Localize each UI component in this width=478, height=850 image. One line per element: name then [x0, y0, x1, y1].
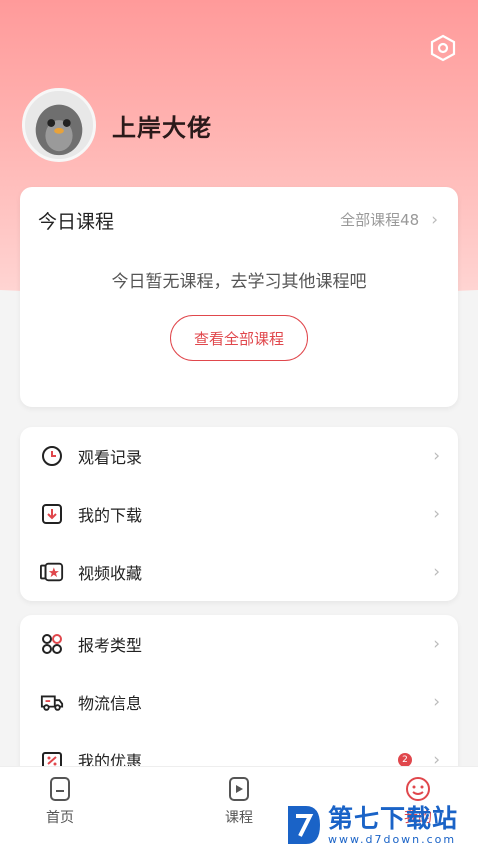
chevron-right-icon: ›: [433, 634, 440, 654]
menu-group-2: 报考类型 › 物流信息 › 我的优惠 2 ›: [20, 615, 458, 785]
tab-courses[interactable]: 课程: [199, 775, 279, 827]
chevron-right-icon: ›: [433, 504, 440, 524]
empty-courses-message: 今日暂无课程，去学习其他课程吧: [111, 272, 367, 292]
menu-item-exam-type[interactable]: 报考类型 ›: [20, 615, 458, 673]
course-icon: [225, 775, 253, 803]
watermark-title: 第七下载站: [328, 803, 459, 833]
grid-icon: [40, 632, 64, 656]
video-favorite-icon: [40, 560, 64, 584]
download-icon: [40, 502, 64, 526]
truck-icon: [40, 690, 64, 714]
home-icon: [46, 775, 74, 803]
menu-item-label: 观看记录: [78, 448, 143, 467]
all-courses-label: 全部课程48: [340, 211, 420, 229]
tab-label: 首页: [46, 810, 74, 826]
d7-logo-icon: [288, 806, 320, 844]
chevron-right-icon: ›: [431, 209, 438, 230]
username: 上岸大佬: [112, 114, 212, 142]
chevron-right-icon: ›: [433, 562, 440, 582]
menu-item-label: 视频收藏: [78, 564, 143, 583]
tab-home[interactable]: 首页: [20, 775, 100, 827]
menu-item-label: 我的下载: [78, 506, 143, 525]
chevron-right-icon: ›: [433, 692, 440, 712]
menu-group-1: 观看记录 › 我的下载 › 视频收藏 ›: [20, 427, 458, 601]
penguin-avatar-icon: [25, 91, 93, 159]
clock-icon: [40, 444, 64, 468]
menu-item-logistics[interactable]: 物流信息 ›: [20, 673, 458, 731]
today-courses-title: 今日课程: [38, 211, 115, 233]
today-courses-card: 今日课程 全部课程48 › 今日暂无课程，去学习其他课程吧 查看全部课程: [20, 187, 458, 407]
menu-item-watch-history[interactable]: 观看记录 ›: [20, 427, 458, 485]
watermark-url: www.d7down.com: [328, 832, 457, 846]
view-all-courses-button[interactable]: 查看全部课程: [170, 315, 308, 361]
settings-hexagon-icon[interactable]: [428, 33, 458, 63]
all-courses-link[interactable]: 全部课程48 ›: [340, 209, 438, 230]
menu-item-label: 报考类型: [78, 636, 143, 655]
avatar[interactable]: [22, 88, 96, 162]
menu-item-video-favorites[interactable]: 视频收藏 ›: [20, 543, 458, 601]
watermark: 第七下载站 www.d7down.com: [284, 800, 478, 850]
profile-icon: [404, 775, 432, 803]
chevron-right-icon: ›: [433, 446, 440, 466]
coupon-count-badge: 2: [398, 753, 412, 767]
menu-item-my-downloads[interactable]: 我的下载 ›: [20, 485, 458, 543]
tab-label: 课程: [225, 810, 253, 826]
menu-item-label: 物流信息: [78, 694, 143, 713]
